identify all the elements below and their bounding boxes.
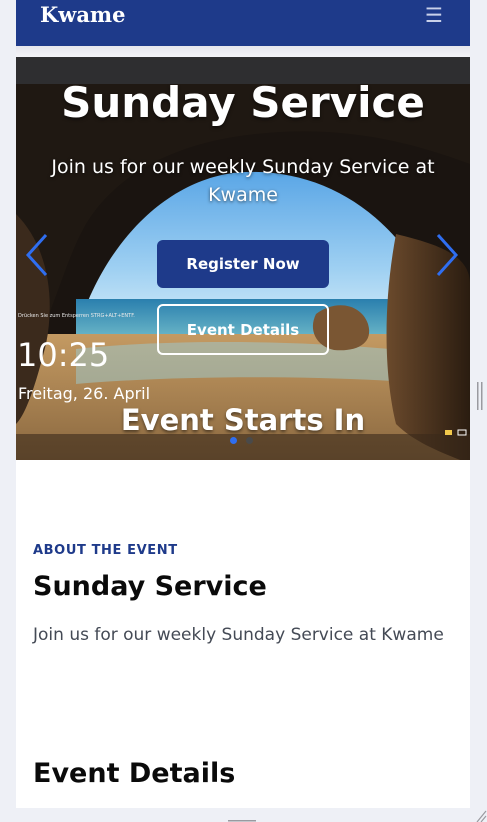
hamburger-menu-icon[interactable]: ☰: [424, 5, 444, 25]
hero-carousel: Sunday Service Join us for our weekly Su…: [16, 57, 470, 460]
event-details-button[interactable]: Event Details: [157, 304, 329, 355]
lock-screen-tray-icons: [444, 423, 468, 436]
about-title: Sunday Service: [33, 571, 267, 602]
about-eyebrow: ABOUT THE EVENT: [33, 543, 178, 558]
carousel-dot-2[interactable]: [246, 437, 253, 444]
navbar: Kwame ☰: [16, 0, 470, 46]
carousel-dot-1[interactable]: [230, 437, 237, 444]
lock-screen-hint: Drücken Sie zum Entsperren STRG+ALT+ENTF…: [18, 313, 135, 319]
hero-subtitle: Join us for our weekly Sunday Service at…: [51, 156, 435, 206]
event-details-heading: Event Details: [33, 758, 236, 789]
countdown-title: Event Starts In: [120, 403, 366, 437]
hero-title: Sunday Service: [61, 78, 425, 127]
chevron-right-icon[interactable]: [432, 231, 460, 279]
chevron-left-icon[interactable]: [24, 231, 52, 279]
about-description: Join us for our weekly Sunday Service at…: [33, 625, 444, 645]
register-now-button[interactable]: Register Now: [157, 240, 329, 288]
resize-grip-icon[interactable]: [228, 812, 256, 822]
page: Kwame ☰ Sunday Service Join us for our w…: [16, 0, 470, 808]
corner-resize-icon[interactable]: [475, 808, 487, 822]
navbar-shadow: [16, 46, 470, 57]
carousel-indicators: [230, 437, 256, 445]
brand-logo[interactable]: Kwame: [40, 2, 126, 27]
lock-screen-time: 10:25: [17, 336, 110, 374]
scroll-grip-icon[interactable]: [477, 382, 483, 410]
